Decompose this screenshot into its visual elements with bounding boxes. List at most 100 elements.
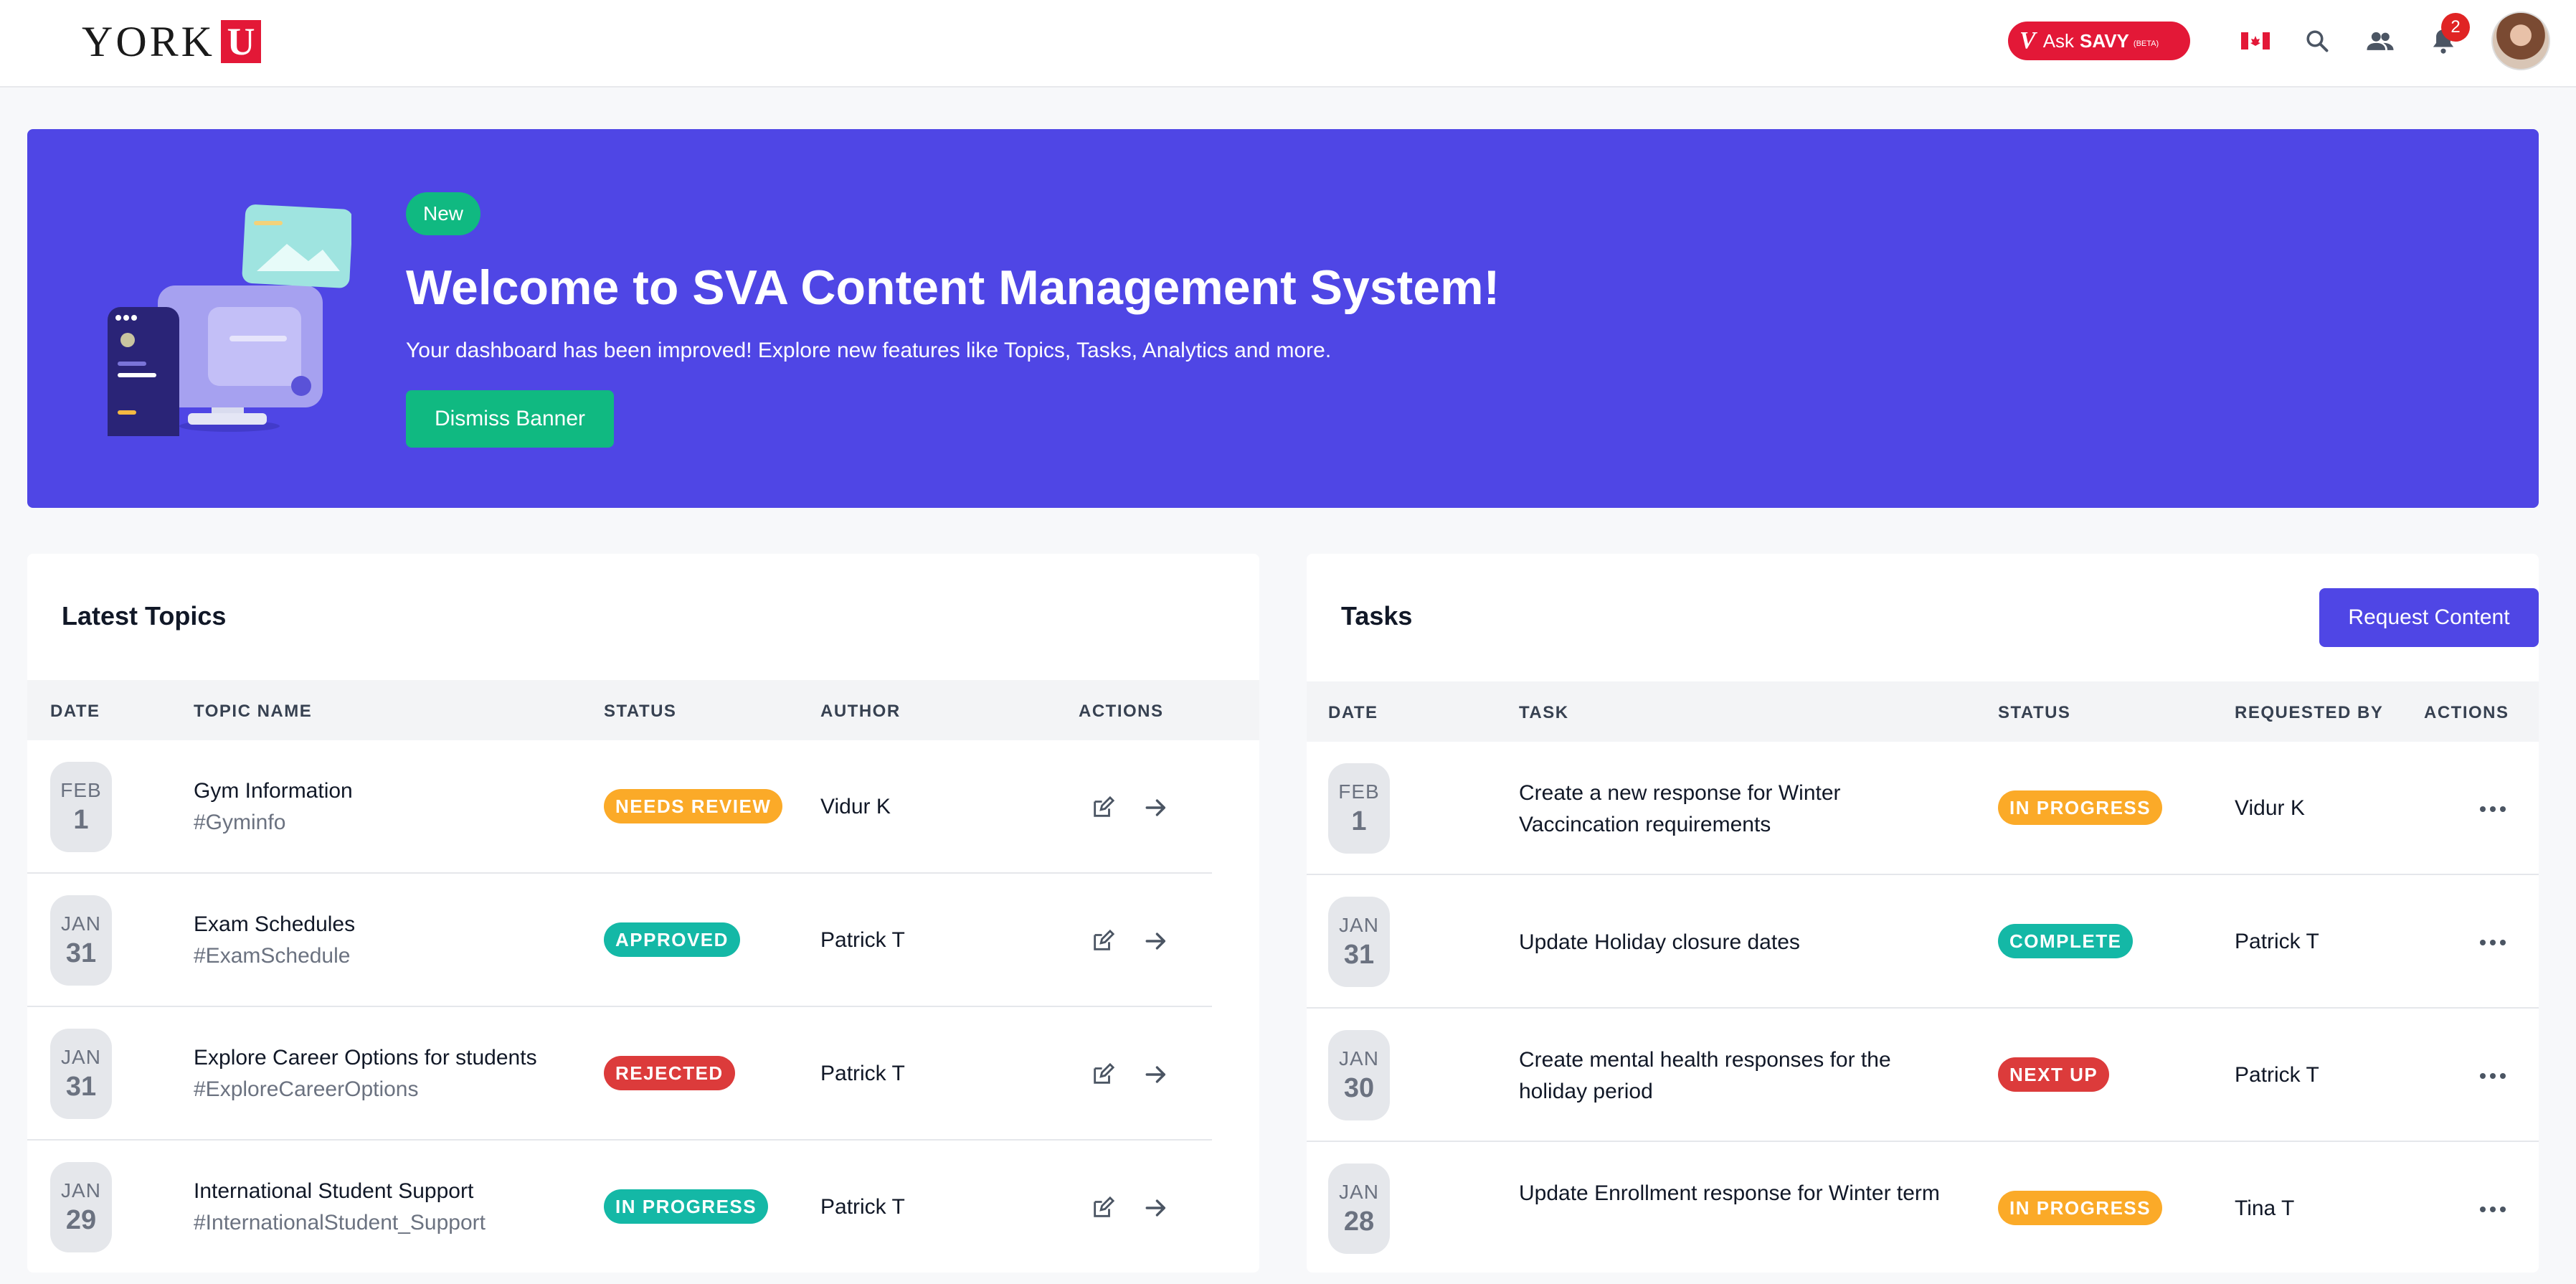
date-month: FEB [60, 778, 102, 801]
date-badge: JAN 30 [1328, 1030, 1390, 1120]
requested-by-name: Patrick T [2235, 930, 2319, 953]
date-month: JAN [61, 912, 101, 935]
col-actions: ACTIONS [1079, 702, 1164, 721]
task-description[interactable]: Create a new response for Winter Vaccinc… [1519, 778, 1942, 841]
new-badge: New [406, 192, 481, 235]
beta-label: (BETA) [2133, 39, 2159, 48]
col-date: DATE [1328, 703, 1378, 722]
date-badge: JAN 29 [50, 1162, 112, 1252]
author-name: Patrick T [820, 1062, 905, 1085]
task-row[interactable]: JAN 30 Create mental health responses fo… [1307, 1009, 2539, 1142]
notification-count-badge: 2 [2441, 13, 2470, 42]
date-month: JAN [61, 1045, 101, 1068]
status-badge: APPROVED [604, 922, 740, 957]
york-u-logo[interactable]: YORK U [82, 18, 262, 65]
col-actions: ACTIONS [2424, 703, 2509, 722]
status-badge: NEEDS REVIEW [604, 789, 783, 823]
latest-topics-panel: Latest Topics DATE TOPIC NAME STATUS AUT… [27, 554, 1259, 1273]
date-day: 31 [1343, 939, 1375, 970]
date-badge: JAN 31 [1328, 897, 1390, 987]
topic-tag: #ExamSchedule [194, 944, 351, 968]
dismiss-banner-button[interactable]: Dismiss Banner [406, 390, 614, 448]
col-status: STATUS [1998, 703, 2071, 722]
date-month: JAN [1339, 913, 1379, 936]
topic-name[interactable]: Explore Career Options for students [194, 1046, 537, 1070]
edit-icon[interactable] [1086, 1057, 1120, 1092]
status-badge: IN PROGRESS [1998, 790, 2163, 825]
topics-table-header: DATE TOPIC NAME STATUS AUTHOR ACTIONS [27, 680, 1259, 740]
more-options-icon[interactable] [2473, 1192, 2513, 1227]
requested-by-name: Vidur K [2235, 796, 2305, 820]
requested-by-name: Patrick T [2235, 1063, 2319, 1087]
search-icon[interactable] [2299, 23, 2335, 59]
status-badge: REJECTED [604, 1056, 735, 1090]
author-name: Vidur K [820, 795, 891, 818]
banner-subtitle: Your dashboard has been improved! Explor… [406, 339, 1332, 362]
ask-label: Ask [2042, 29, 2075, 52]
date-badge: JAN 31 [50, 1029, 112, 1119]
col-author: AUTHOR [820, 702, 901, 721]
topic-row[interactable]: JAN 31 Explore Career Options for studen… [27, 1007, 1259, 1141]
status-badge: NEXT UP [1998, 1057, 2110, 1092]
more-options-icon[interactable] [2473, 1059, 2513, 1093]
task-row[interactable]: JAN 28 Update Enrollment response for Wi… [1307, 1142, 2539, 1273]
arrow-right-icon[interactable] [1139, 1057, 1173, 1092]
logo-text: YORK [82, 18, 216, 65]
date-day: 31 [65, 938, 97, 968]
task-description[interactable]: Update Holiday closure dates [1519, 927, 1942, 958]
computer-illustration [93, 199, 353, 450]
latest-topics-title: Latest Topics [62, 601, 227, 631]
top-navbar: YORK U V Ask SAVY (BETA) 2 [0, 0, 2576, 88]
edit-icon[interactable] [1086, 1191, 1120, 1225]
banner-title: Welcome to SVA Content Management System… [406, 260, 1500, 315]
date-day: 1 [73, 804, 89, 835]
date-day: 1 [1351, 806, 1367, 836]
savy-logo-icon: V [2019, 27, 2036, 54]
task-description[interactable]: Update Enrollment response for Winter te… [1519, 1178, 1942, 1209]
edit-icon[interactable] [1086, 790, 1120, 825]
col-status: STATUS [604, 702, 677, 721]
date-month: FEB [1338, 780, 1380, 803]
topic-tag: #InternationalStudent_Support [194, 1211, 486, 1235]
tasks-panel: Tasks Request Content DATE TASK STATUS R… [1307, 554, 2539, 1273]
ask-savy-button[interactable]: V Ask SAVY (BETA) [2008, 22, 2190, 60]
topic-name[interactable]: Gym Information [194, 779, 353, 803]
arrow-right-icon[interactable] [1139, 790, 1173, 825]
topic-name[interactable]: Exam Schedules [194, 912, 355, 937]
canada-flag-icon[interactable] [2238, 23, 2273, 59]
topic-row[interactable]: JAN 29 International Student Support #In… [27, 1141, 1259, 1273]
user-avatar[interactable] [2491, 11, 2550, 70]
topic-row[interactable]: JAN 31 Exam Schedules #ExamSchedule APPR… [27, 874, 1259, 1007]
topic-tag: #Gyminfo [194, 811, 286, 834]
date-month: JAN [1339, 1180, 1379, 1203]
col-task: TASK [1519, 703, 1569, 722]
tasks-title: Tasks [1341, 601, 1413, 631]
topic-row[interactable]: FEB 1 Gym Information #Gyminfo NEEDS REV… [27, 740, 1259, 874]
task-row[interactable]: FEB 1 Create a new response for Winter V… [1307, 742, 2539, 875]
task-description[interactable]: Create mental health responses for the h… [1519, 1044, 1942, 1108]
logo-mark: U [221, 20, 262, 63]
more-options-icon[interactable] [2473, 925, 2513, 960]
date-month: JAN [1339, 1047, 1379, 1070]
edit-icon[interactable] [1086, 924, 1120, 958]
topic-name[interactable]: International Student Support [194, 1179, 473, 1204]
task-row[interactable]: JAN 31 Update Holiday closure dates COMP… [1307, 875, 2539, 1009]
topic-tag: #ExploreCareerOptions [194, 1077, 419, 1101]
col-requested-by: REQUESTED BY [2235, 703, 2384, 722]
date-day: 28 [1343, 1206, 1375, 1237]
request-content-button[interactable]: Request Content [2319, 588, 2539, 647]
status-badge: IN PROGRESS [604, 1189, 769, 1224]
author-name: Patrick T [820, 1195, 905, 1219]
arrow-right-icon[interactable] [1139, 1191, 1173, 1225]
arrow-right-icon[interactable] [1139, 924, 1173, 958]
date-month: JAN [61, 1179, 101, 1202]
tasks-table-header: DATE TASK STATUS REQUESTED BY ACTIONS [1307, 681, 2539, 742]
date-badge: JAN 31 [50, 895, 112, 986]
more-options-icon[interactable] [2473, 792, 2513, 826]
people-icon[interactable] [2362, 23, 2398, 59]
author-name: Patrick T [820, 928, 905, 952]
date-day: 31 [65, 1071, 97, 1102]
date-badge: FEB 1 [50, 762, 112, 852]
date-day: 30 [1343, 1072, 1375, 1103]
requested-by-name: Tina T [2235, 1196, 2295, 1220]
